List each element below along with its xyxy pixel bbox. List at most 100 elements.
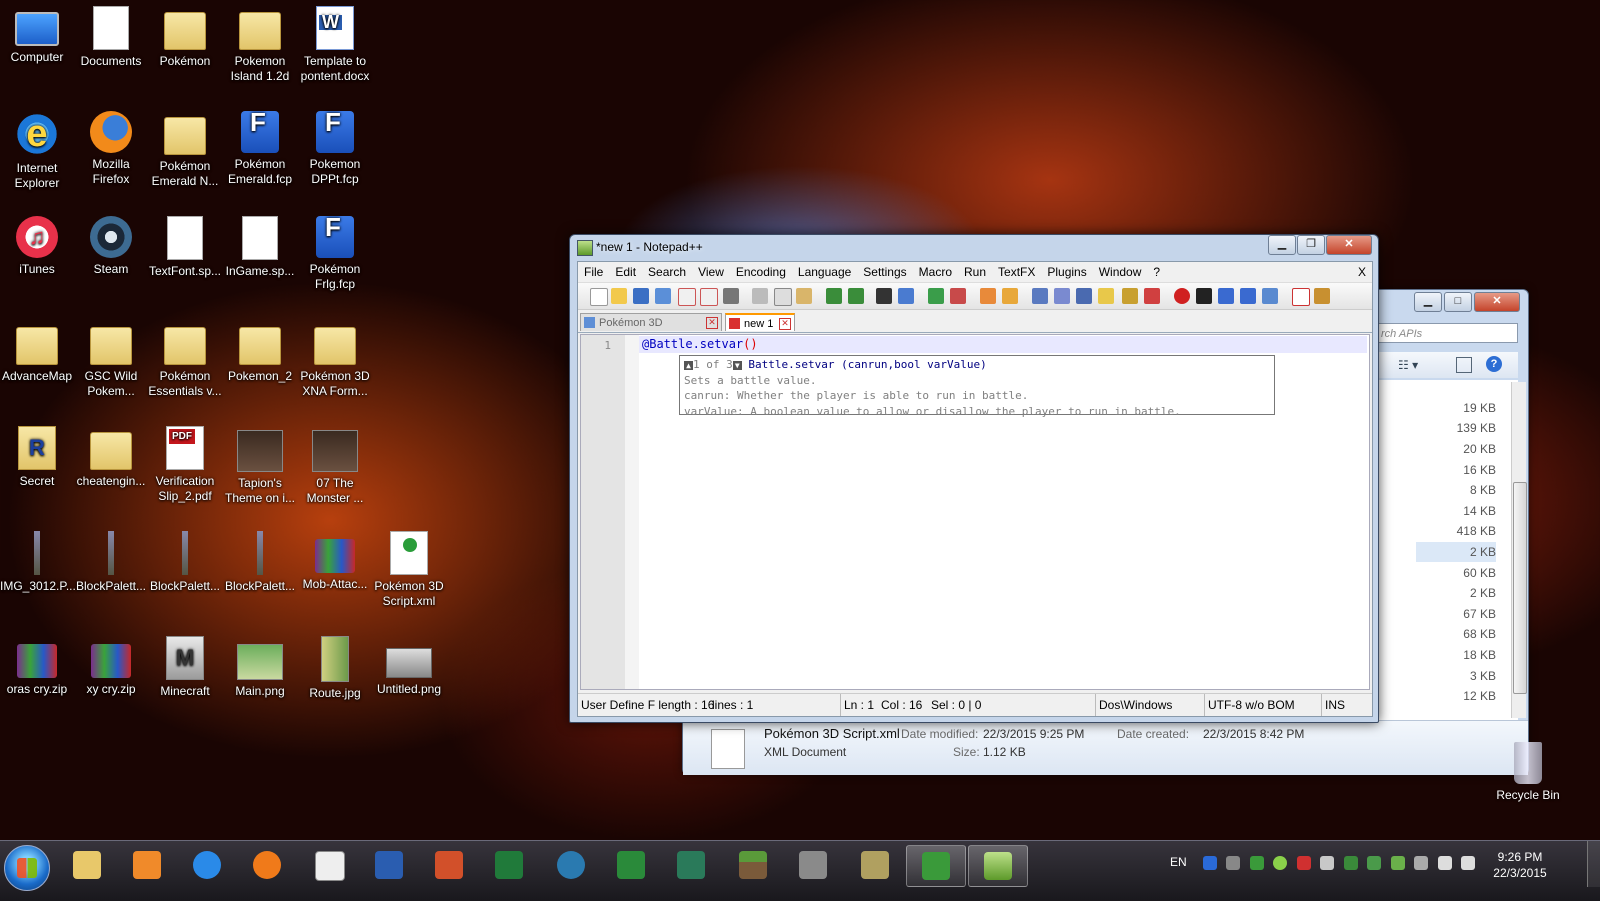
tray-app-icon[interactable] — [1320, 856, 1334, 870]
taskbar-media-player[interactable] — [118, 845, 176, 885]
tray-app-icon[interactable] — [1250, 856, 1264, 870]
network-signal-icon[interactable] — [1438, 856, 1452, 870]
show-all-characters-icon[interactable] — [1054, 288, 1070, 304]
stop-macro-icon[interactable] — [1196, 288, 1212, 304]
desktop-icon-steam[interactable]: Steam — [74, 216, 148, 277]
desktop-icon-pokemon-3d-script[interactable]: Pokémon 3D Script.xml — [372, 531, 446, 609]
zoom-in-icon[interactable] — [928, 288, 944, 304]
desktop-icon-mob-attack[interactable]: Mob-Attac... — [298, 531, 372, 592]
menu-run[interactable]: Run — [958, 262, 992, 282]
desktop-icon-img-3012[interactable]: IMG_3012.P... — [0, 531, 76, 594]
close-file-icon[interactable] — [678, 288, 696, 306]
restore-button[interactable]: ❐ — [1297, 235, 1325, 255]
close-button[interactable]: ✕ — [1474, 292, 1520, 312]
desktop-icon-documents[interactable]: Documents — [74, 6, 148, 69]
clock[interactable]: 9:26 PM 22/3/2015 — [1482, 849, 1558, 881]
desktop-icon-pokemon-folder[interactable]: Pokémon — [148, 6, 222, 69]
desktop-icon-ingame[interactable]: InGame.sp... — [223, 216, 297, 279]
taskbar-tree-app-2[interactable] — [662, 845, 720, 885]
desktop-icon-secret[interactable]: R Secret — [0, 426, 74, 489]
taskbar-dota[interactable] — [846, 845, 904, 885]
taskbar-word[interactable] — [360, 845, 418, 885]
taskbar-internet-explorer[interactable] — [178, 845, 236, 885]
notepad-plus-plus-window[interactable]: *new 1 - Notepad++ ▁ ❐ ✕ File Edit Searc… — [569, 234, 1379, 723]
desktop-icon-cheatengine[interactable]: cheatengin... — [74, 426, 148, 489]
desktop-icon-blockpalette-2[interactable]: BlockPalett... — [148, 531, 222, 594]
menu-search[interactable]: Search — [642, 262, 692, 282]
menu-textfx[interactable]: TextFX — [992, 262, 1041, 282]
tab-new-1[interactable]: new 1 ✕ — [725, 313, 795, 331]
maximize-button[interactable]: □ — [1444, 292, 1472, 312]
open-file-icon[interactable] — [611, 288, 627, 304]
redo-icon[interactable] — [848, 288, 864, 304]
desktop-icon-textfont[interactable]: TextFont.sp... — [148, 216, 222, 279]
calltip-down-arrow-icon[interactable]: ▼ — [732, 360, 742, 370]
menu-plugins[interactable]: Plugins — [1041, 262, 1092, 282]
user-defined-language-icon[interactable] — [1098, 288, 1114, 304]
desktop-icon-firefox[interactable]: Mozilla Firefox — [74, 111, 148, 187]
minimize-button[interactable]: ▁ — [1268, 235, 1296, 255]
menu-macro[interactable]: Macro — [913, 262, 958, 282]
taskbar-notepad[interactable] — [300, 845, 358, 885]
taskbar-tree-app-3[interactable] — [906, 845, 966, 887]
tray-antivirus-icon[interactable] — [1297, 856, 1311, 870]
save-icon[interactable] — [633, 288, 649, 304]
taskbar-firefox[interactable] — [238, 845, 296, 885]
calltip-up-arrow-icon[interactable]: ▲ — [684, 360, 693, 370]
tray-app-icon[interactable] — [1367, 856, 1381, 870]
desktop-icon-template-docx[interactable]: W Template to pontent.docx — [298, 6, 372, 84]
desktop-icon-main-png[interactable]: Main.png — [223, 636, 297, 699]
indent-guide-icon[interactable] — [1076, 288, 1092, 304]
taskbar-notepad-plus-plus[interactable] — [968, 845, 1028, 887]
zoom-out-icon[interactable] — [950, 288, 966, 304]
desktop-icon-blockpalette-3[interactable]: BlockPalett... — [223, 531, 297, 594]
run-macro-multiple-icon[interactable] — [1240, 288, 1256, 304]
menu-edit[interactable]: Edit — [609, 262, 642, 282]
menu-settings[interactable]: Settings — [857, 262, 912, 282]
menu-file[interactable]: File — [578, 262, 609, 282]
taskbar-world-of-tanks[interactable] — [784, 845, 842, 885]
menu-window[interactable]: Window — [1093, 262, 1148, 282]
tab-pokemon-3d-script[interactable]: Pokémon 3D Script.xml ✕ — [580, 313, 722, 347]
menu-encoding[interactable]: Encoding — [730, 262, 792, 282]
replace-icon[interactable] — [898, 288, 914, 304]
desktop-icon-blockpalette-1[interactable]: BlockPalett... — [74, 531, 148, 594]
desktop-icon-essentials[interactable]: Pokémon Essentials v... — [148, 321, 222, 399]
text-editor[interactable]: 1 @Battle.setvar() ▲ 1 of 3 ▼ Battle.setva… — [580, 334, 1370, 690]
desktop-icon-dppt-fcp[interactable]: F Pokemon DPPt.fcp — [298, 109, 372, 187]
taskbar-excel[interactable] — [480, 845, 538, 885]
taskbar-minecraft[interactable] — [724, 845, 782, 885]
document-map-icon[interactable] — [1122, 288, 1138, 304]
taskbar-tree-app-1[interactable] — [602, 845, 660, 885]
desktop-icon-computer[interactable]: Computer — [0, 6, 74, 65]
desktop-icon-oras-cry[interactable]: oras cry.zip — [0, 636, 74, 697]
tab-close-icon[interactable]: ✕ — [706, 317, 718, 329]
desktop-icon-pokemon-3d-xna[interactable]: Pokémon 3D XNA Form... — [298, 321, 372, 399]
show-desktop-button[interactable] — [1587, 841, 1600, 887]
tray-app-icon[interactable] — [1391, 856, 1405, 870]
desktop-icon-pokemon-island[interactable]: Pokemon Island 1.2d — [223, 6, 297, 84]
desktop-icon-emerald-fcp[interactable]: F Pokémon Emerald.fcp — [223, 109, 297, 187]
close-all-icon[interactable] — [700, 288, 718, 306]
help-icon[interactable]: ? — [1486, 356, 1502, 372]
menu-view[interactable]: View — [692, 262, 730, 282]
function-list-icon[interactable] — [1144, 288, 1160, 304]
cut-icon[interactable] — [752, 288, 768, 304]
tab-close-icon[interactable]: ✕ — [779, 318, 791, 330]
minimize-button[interactable]: ▁ — [1414, 292, 1442, 312]
tray-app-icon[interactable] — [1414, 856, 1428, 870]
language-indicator[interactable]: EN — [1170, 855, 1187, 869]
plugin-icon[interactable] — [1314, 288, 1330, 304]
taskbar-powerpoint[interactable] — [420, 845, 478, 885]
copy-icon[interactable] — [774, 288, 792, 306]
record-macro-icon[interactable] — [1174, 288, 1190, 304]
menu-language[interactable]: Language — [792, 262, 857, 282]
desktop-icon-gsc-wild[interactable]: GSC Wild Pokem... — [74, 321, 148, 399]
spell-check-icon[interactable] — [1292, 288, 1310, 306]
menu-help[interactable]: ? — [1147, 262, 1166, 282]
desktop-icon-itunes[interactable]: ♫ iTunes — [0, 216, 74, 277]
tray-app-icon[interactable] — [1344, 856, 1358, 870]
desktop-icon-route-jpg[interactable]: Route.jpg — [298, 636, 372, 701]
new-file-icon[interactable] — [590, 288, 608, 306]
desktop-icon-untitled-png[interactable]: Untitled.png — [372, 636, 446, 697]
